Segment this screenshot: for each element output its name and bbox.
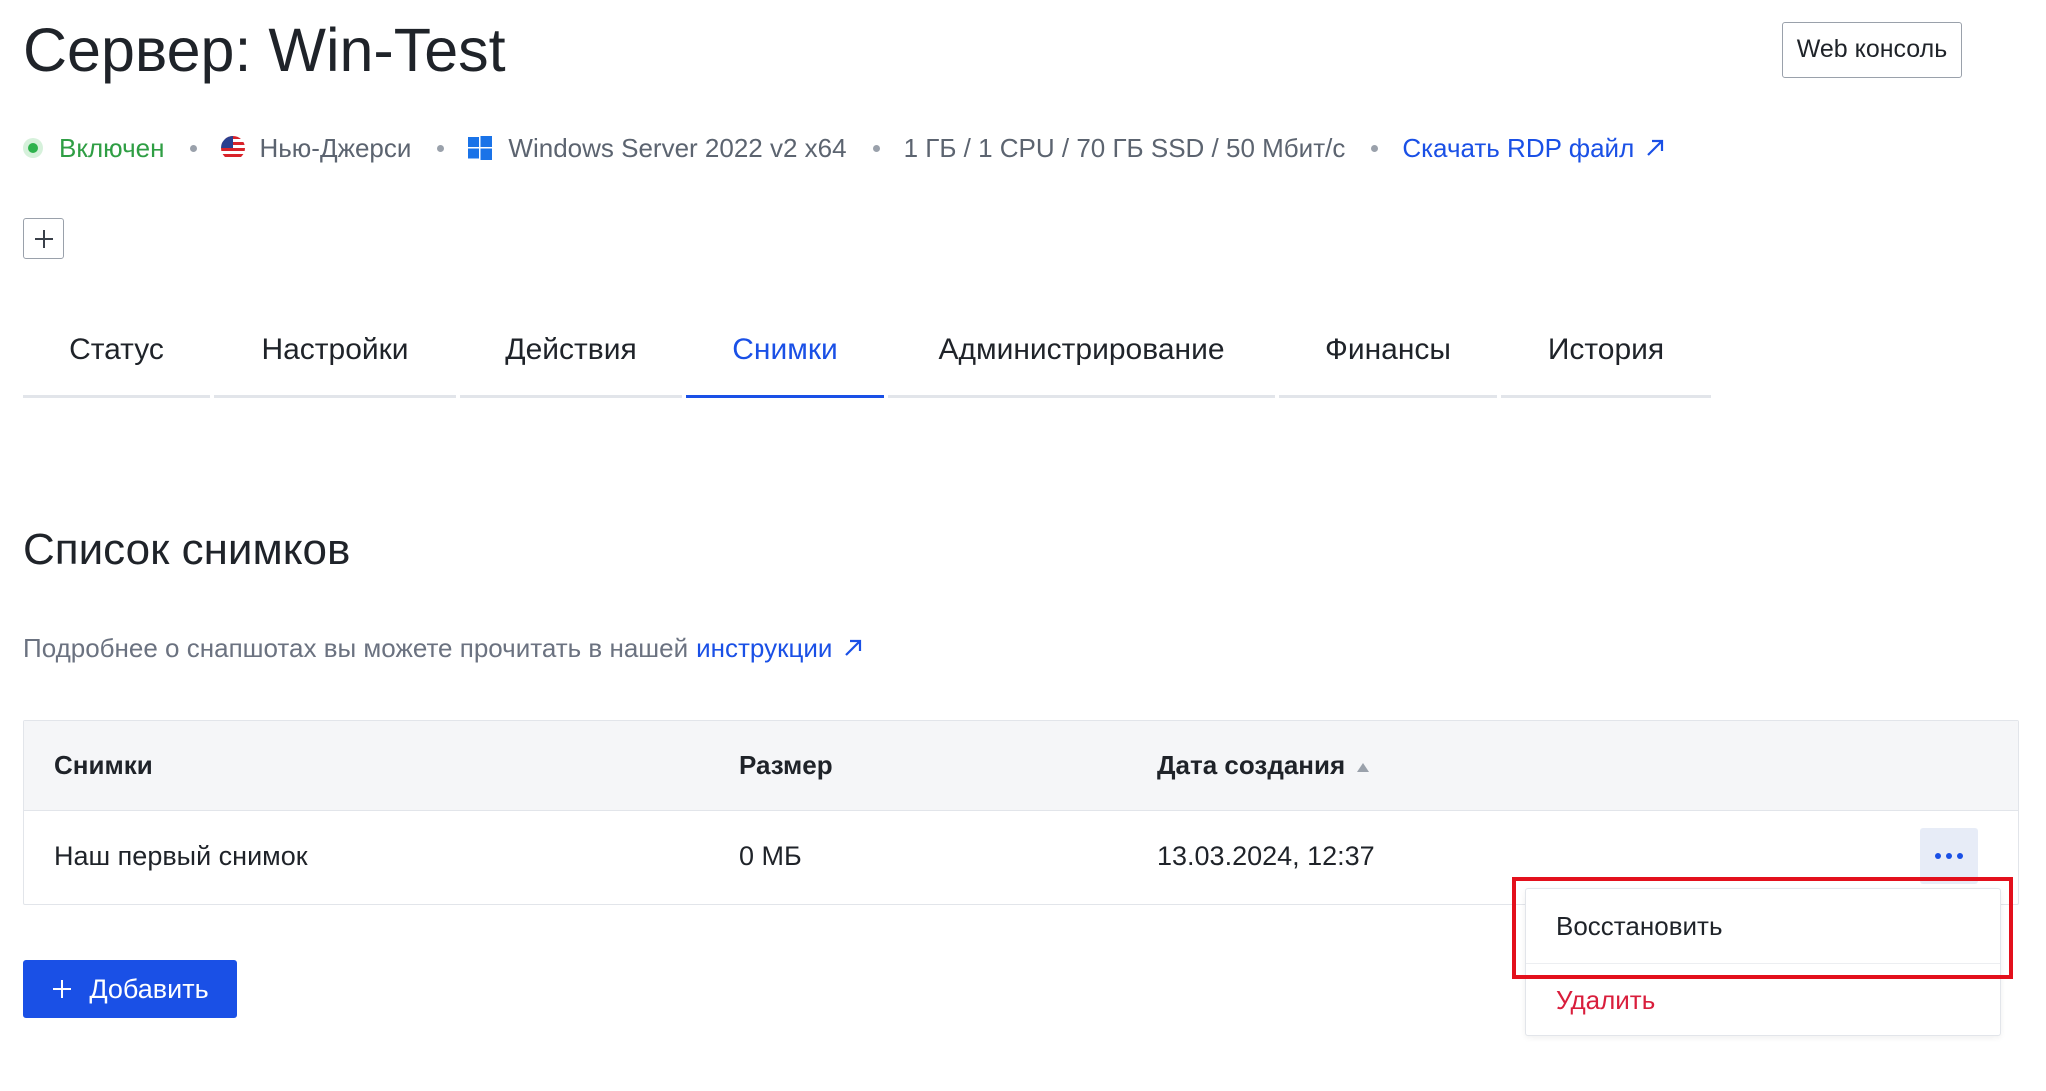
row-actions-menu: Восстановить Удалить (1525, 888, 2001, 1036)
tab-bar: Статус Настройки Действия Снимки Админис… (23, 320, 1715, 398)
menu-item-restore[interactable]: Восстановить (1526, 889, 2000, 964)
os: Windows Server 2022 v2 x64 (468, 132, 847, 164)
us-flag-icon (221, 136, 246, 160)
os-text: Windows Server 2022 v2 x64 (508, 132, 847, 163)
row-actions-button[interactable] (1920, 828, 1978, 884)
external-link-icon (845, 639, 862, 656)
tab-actions[interactable]: Действия (460, 320, 682, 398)
plus-icon (53, 980, 72, 998)
separator-dot (1371, 144, 1379, 152)
column-header-name[interactable]: Снимки (54, 721, 153, 810)
page-title: Сервер: Win-Test (23, 16, 506, 84)
separator-dot (190, 144, 198, 152)
snapshot-created: 13.03.2024, 12:37 (1157, 841, 1375, 871)
more-horizontal-icon (1935, 853, 1963, 859)
plus-icon (34, 229, 53, 248)
add-tag-button[interactable] (23, 218, 64, 259)
column-header-created-label: Дата создания (1157, 750, 1346, 780)
instructions-link-label: инструкции (696, 633, 833, 663)
snapshot-name: Наш первый снимок (54, 841, 308, 871)
tab-status[interactable]: Статус (23, 320, 210, 398)
tab-history[interactable]: История (1501, 320, 1711, 398)
separator-dot (872, 144, 880, 152)
menu-item-delete[interactable]: Удалить (1526, 963, 2000, 1037)
status-dot-icon (23, 138, 43, 158)
snapshots-table: Снимки Размер Дата создания Наш первый с… (23, 720, 2019, 905)
external-link-icon (1647, 139, 1664, 156)
column-header-size[interactable]: Размер (739, 721, 833, 810)
add-snapshot-label: Добавить (89, 973, 209, 1004)
info-text: Подробнее о снапшотах вы можете прочитат… (23, 633, 689, 663)
windows-icon (468, 136, 493, 160)
snapshots-info: Подробнее о снапшотах вы можете прочитат… (23, 628, 864, 668)
instructions-link[interactable]: инструкции (696, 628, 864, 668)
tab-finance[interactable]: Финансы (1279, 320, 1497, 398)
download-rdp-link[interactable]: Скачать RDP файл (1402, 133, 1666, 164)
separator-dot (437, 144, 445, 152)
server-page: Сервер: Win-Test Web консоль Включен Нью… (0, 0, 2046, 1091)
add-snapshot-button[interactable]: Добавить (23, 960, 237, 1018)
download-rdp-label: Скачать RDP файл (1402, 132, 1635, 163)
resources-text: 1 ГБ / 1 CPU / 70 ГБ SSD / 50 Мбит/с (903, 132, 1346, 163)
status-text: Включен (59, 132, 165, 163)
snapshot-size: 0 МБ (739, 841, 802, 871)
sort-ascending-icon (1355, 721, 1371, 810)
server-meta: Включен Нью-Джерси Windows Server 2022 v… (23, 128, 1666, 168)
table-header: Снимки Размер Дата создания (24, 721, 2018, 811)
status-indicator: Включен (23, 133, 164, 164)
tab-settings[interactable]: Настройки (214, 320, 456, 398)
column-header-created[interactable]: Дата создания (1157, 721, 1371, 812)
tab-administration[interactable]: Администрирование (888, 320, 1275, 398)
location-text: Нью-Джерси (259, 132, 412, 163)
web-console-button[interactable]: Web консоль (1782, 22, 1962, 78)
location: Нью-Джерси (221, 133, 411, 164)
section-title: Список снимков (23, 525, 351, 574)
tab-snapshots[interactable]: Снимки (686, 320, 884, 398)
